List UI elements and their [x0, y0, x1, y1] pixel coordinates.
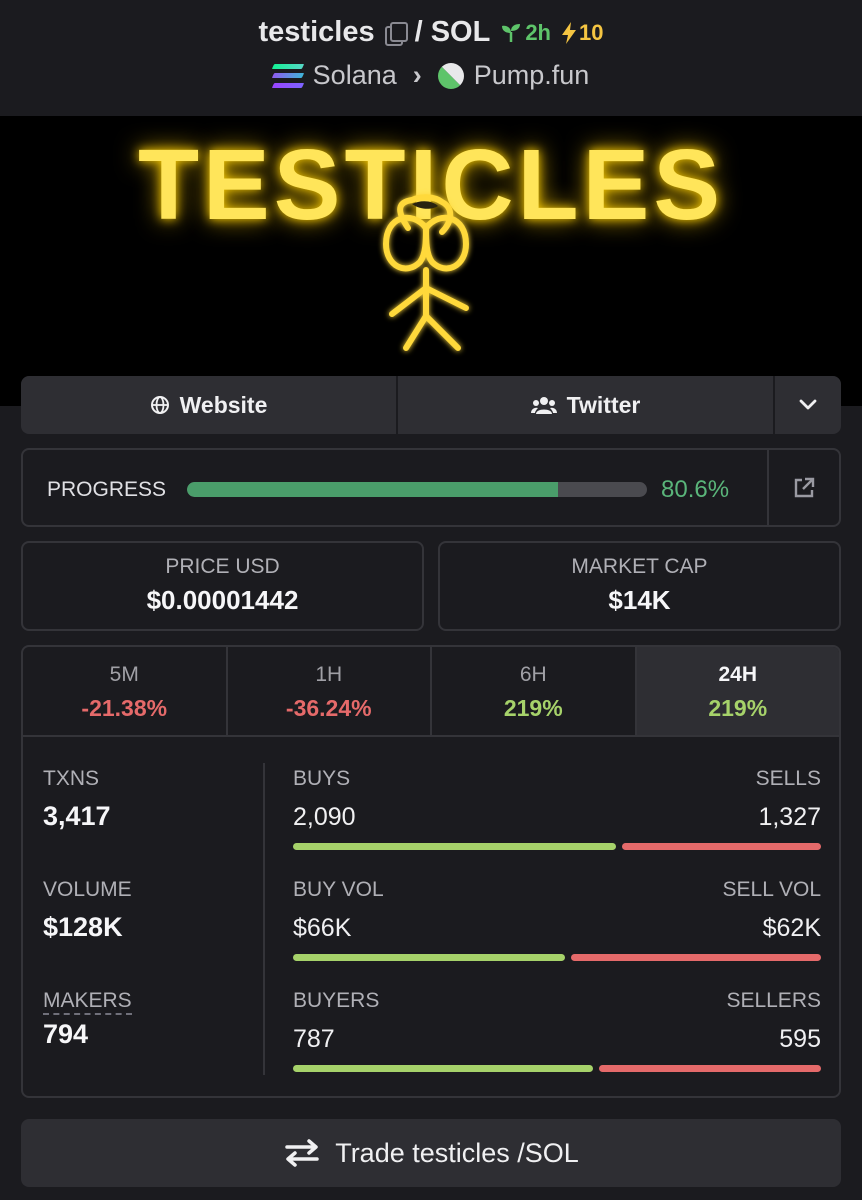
tab-1h[interactable]: 1H -36.24%	[228, 647, 432, 735]
stick-figure-illustration	[383, 194, 469, 351]
more-links-button[interactable]	[775, 376, 841, 434]
tab-change: 219%	[503, 695, 563, 721]
metrics-grid: TXNS 3,417 VOLUME $128K MAKERS 794 BUYS …	[23, 739, 839, 1094]
sprout-icon	[502, 23, 521, 42]
globe-icon	[150, 396, 169, 414]
copy-icon[interactable]	[384, 21, 408, 46]
market-cap-label: MARKET CAP	[571, 555, 708, 578]
lightning-icon	[562, 21, 576, 44]
breadcrumb-dex[interactable]: Pump.fun	[474, 60, 590, 91]
sells-value: 1,327	[758, 803, 821, 831]
buyers-label: BUYERS	[293, 989, 380, 1012]
stats-panel: 5M -21.38% 1H -36.24% 6H 219% 24H 219% T…	[21, 645, 841, 1098]
buys-bar	[293, 843, 617, 850]
makers-stat: MAKERS 794	[43, 989, 132, 1050]
chevron-down-icon	[799, 399, 817, 410]
buy-vol-bar	[293, 954, 566, 961]
boost-badge[interactable]: 10	[561, 20, 603, 46]
progress-label: PROGRESS	[47, 478, 167, 501]
progress-percent: 80.6%	[661, 476, 730, 503]
token-banner: TESTICLES	[0, 116, 862, 406]
price-usd-value: $0.00001442	[146, 585, 299, 615]
period-tabs: 5M -21.38% 1H -36.24% 6H 219% 24H 219%	[23, 647, 839, 737]
makers-label[interactable]: MAKERS	[43, 989, 132, 1015]
buys-sells-ratio-bar	[293, 843, 821, 850]
txns-value: 3,417	[43, 801, 111, 831]
volume-value: $128K	[43, 912, 123, 942]
market-cap-value: $14K	[608, 585, 671, 615]
sell-vol-value: $62K	[762, 914, 821, 942]
tab-label: 6H	[519, 663, 547, 686]
volume-stat: VOLUME $128K	[43, 878, 132, 943]
sellers-value: 595	[779, 1025, 821, 1053]
sells-bar	[622, 843, 821, 850]
buyers-ratio-bar	[293, 1065, 821, 1072]
tab-6h[interactable]: 6H 219%	[432, 647, 637, 735]
swap-arrows-icon	[285, 1139, 319, 1167]
sell-vol-label: SELL VOL	[722, 878, 821, 901]
makers-value: 794	[43, 1019, 89, 1049]
txns-stat: TXNS 3,417	[43, 767, 111, 832]
buy-vol-value: $66K	[293, 914, 352, 942]
txns-label: TXNS	[43, 767, 100, 790]
progress-fill	[187, 482, 558, 497]
pill-icon	[432, 57, 470, 94]
buy-vol-label: BUY VOL	[293, 878, 384, 901]
sellers-bar	[599, 1065, 821, 1072]
tab-label: 5M	[109, 663, 139, 686]
social-links-bar: Website Twitter	[21, 376, 841, 434]
bonding-curve-progress: PROGRESS 80.6%	[21, 448, 841, 527]
twitter-button[interactable]: Twitter	[398, 376, 775, 434]
tab-5m[interactable]: 5M -21.38%	[23, 647, 228, 735]
price-usd-label: PRICE USD	[165, 555, 280, 578]
volume-label: VOLUME	[43, 878, 132, 901]
pair-quote: / SOL	[414, 16, 491, 48]
boost-count: 10	[579, 19, 604, 45]
volume-split-row: BUY VOL SELL VOL $66K $62K	[293, 878, 821, 968]
external-link-icon	[794, 477, 815, 497]
trade-button[interactable]: Trade testicles /SOL	[21, 1119, 841, 1187]
price-usd-card: PRICE USD $0.00001442	[21, 541, 424, 631]
tab-label: 1H	[315, 663, 343, 686]
buyers-value: 787	[293, 1025, 335, 1053]
buyers-bar	[293, 1065, 594, 1072]
breadcrumb: Solana › Pump.fun	[0, 57, 862, 94]
tab-change: -36.24%	[285, 695, 372, 721]
sells-label: SELLS	[755, 767, 821, 790]
sellers-label: SELLERS	[726, 989, 821, 1012]
tab-change: 219%	[708, 695, 768, 721]
twitter-label: Twitter	[566, 391, 641, 418]
buys-value: 2,090	[293, 803, 356, 831]
progress-track	[187, 482, 647, 497]
tab-change: -21.38%	[81, 695, 168, 721]
tab-label: 24H	[718, 663, 758, 686]
trade-label: Trade testicles /SOL	[335, 1137, 579, 1168]
chevron-right-icon: ›	[412, 60, 422, 90]
sell-vol-bar	[571, 954, 821, 961]
pair-header: testicles / SOL 2h 10 Solana › Pump.fun	[0, 0, 862, 116]
website-label: Website	[179, 391, 268, 418]
breadcrumb-chain[interactable]: Solana	[313, 60, 397, 91]
pair-title-row: testicles / SOL 2h 10	[0, 16, 862, 49]
solana-icon	[271, 63, 304, 88]
pair-age-badge: 2h	[500, 20, 551, 46]
column-divider	[263, 763, 265, 1075]
volume-ratio-bar	[293, 954, 821, 961]
buys-sells-row: BUYS SELLS 2,090 1,327	[293, 767, 821, 857]
token-name: testicles	[258, 16, 375, 48]
open-external-button[interactable]	[767, 450, 839, 525]
pair-age: 2h	[525, 19, 551, 45]
market-cap-card: MARKET CAP $14K	[438, 541, 841, 631]
tab-24h[interactable]: 24H 219%	[636, 647, 839, 735]
buys-label: BUYS	[293, 767, 351, 790]
users-icon	[530, 397, 557, 414]
buyers-sellers-row: BUYERS SELLERS 787 595	[293, 989, 821, 1079]
website-button[interactable]: Website	[21, 376, 398, 434]
